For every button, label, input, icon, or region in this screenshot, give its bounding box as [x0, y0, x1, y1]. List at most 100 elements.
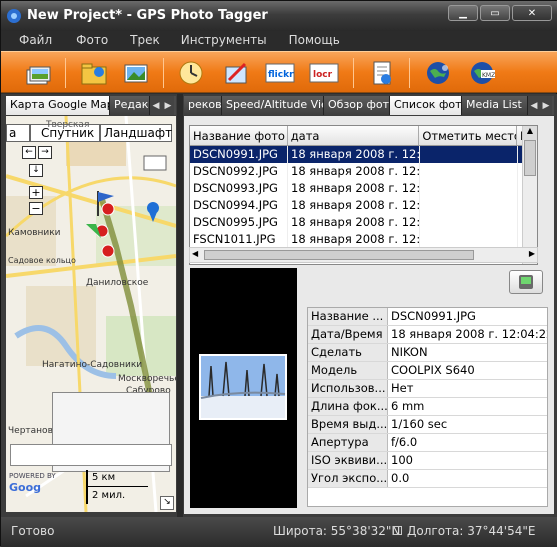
gps-sync-icon [179, 61, 203, 85]
map-label: Даниловское [86, 278, 149, 288]
menu-tools[interactable]: Инструменты [181, 31, 267, 51]
map-label: Садовое кольцо [8, 256, 76, 265]
google-earth-button[interactable] [421, 56, 455, 90]
photo-button[interactable] [119, 56, 153, 90]
property-row: Апертура f/6.0 [308, 434, 547, 452]
table-row[interactable]: FSCN1011.JPG 18 января 2008 г. 12: [190, 231, 537, 248]
scroll-thumb[interactable] [524, 140, 536, 176]
tab-speed-altitude[interactable]: Speed/Altitude View [222, 96, 324, 115]
map-label: Чертаново [8, 426, 59, 436]
latitude-readout: Широта: 55°38'32"N [273, 524, 401, 538]
kmz-icon: KMZ [471, 62, 495, 84]
minimize-icon: ▁ [459, 7, 467, 19]
maximize-button[interactable]: ▭ [480, 5, 510, 21]
photo-thumbnail[interactable] [199, 354, 287, 420]
status-checkbox[interactable] [393, 526, 402, 535]
menu-bar: Файл Фото Трек Инструменты Помощь [1, 31, 557, 51]
vertical-scrollbar[interactable]: ▲ [522, 126, 537, 264]
svg-text:flickr: flickr [268, 70, 294, 80]
map-scale: 5 км 2 мил. [86, 470, 150, 504]
status-bar: Готово Широта: 55°38'32"N Долгота: 37°44… [1, 517, 557, 547]
pan-down-button[interactable]: ↓ [29, 164, 43, 177]
app-icon [7, 9, 21, 23]
h-scroll-thumb[interactable] [204, 250, 474, 260]
property-row: Использов... Нет [308, 380, 547, 398]
column-header-date[interactable]: дата [288, 126, 420, 145]
powered-by-text: POWERED BY [9, 472, 56, 480]
right-tabs-next-button[interactable]: ▶ [540, 96, 552, 115]
zoom-out-button[interactable]: − [29, 202, 43, 215]
gps-device-icon [519, 275, 533, 289]
scroll-up-icon[interactable]: ▲ [523, 126, 537, 140]
scale-mi-label: 2 мил. [92, 490, 126, 501]
export-button[interactable] [365, 56, 399, 90]
flickr-button[interactable]: flickr [263, 56, 297, 90]
pan-right-button[interactable]: → [38, 146, 52, 159]
resize-grip-icon[interactable]: ↘ [160, 496, 174, 510]
property-row: Угол экспо... 0.0 [308, 470, 547, 488]
locr-button[interactable]: locr [307, 56, 341, 90]
zoom-in-button[interactable]: + [29, 186, 43, 199]
menu-help[interactable]: Помощь [289, 31, 340, 51]
property-row: Дата/Время 18 января 2008 г. 12:04:22 [308, 326, 547, 344]
add-photos-icon [26, 66, 51, 85]
photo-icon [124, 64, 148, 83]
property-row: Длина фок... 6 mm [308, 398, 547, 416]
photo-list-table[interactable]: Название фото дата Отметить место Ш DSCN… [189, 125, 538, 265]
map-type-terrain-button[interactable]: Ландшафт [100, 124, 172, 142]
pan-left-button[interactable]: ← [22, 146, 36, 159]
chevron-right-icon: ▶ [164, 100, 172, 111]
left-tabs-prev-button[interactable]: ◀ [150, 96, 162, 115]
tab-media-list[interactable]: Media List [462, 96, 528, 115]
right-tabs-prev-button[interactable]: ◀ [528, 96, 540, 115]
map-label: Тверская [46, 120, 90, 130]
svg-text:locr: locr [313, 70, 333, 80]
splitter[interactable] [177, 94, 183, 517]
table-row[interactable]: DSCN0994.JPG 18 января 2008 г. 12: [190, 197, 537, 214]
menu-file[interactable]: Файл [19, 31, 52, 51]
google-map[interactable]: а Спутник Ландшафт ← → ↓ + − Тверская Ка… [6, 116, 176, 512]
table-row[interactable]: DSCN0993.JPG 18 января 2008 г. 12: [190, 180, 537, 197]
tab-photo-list[interactable]: Список фото [390, 96, 462, 115]
status-text: Готово [11, 524, 55, 538]
table-row[interactable]: DSCN0991.JPG 18 января 2008 г. 12: [190, 146, 537, 163]
tab-photo-overview[interactable]: Обзор фото [324, 96, 390, 115]
locate-photo-button[interactable] [509, 270, 543, 294]
flickr-icon: flickr [265, 63, 295, 83]
longitude-readout: Долгота: 37°44'54"E [407, 524, 536, 538]
column-header-name[interactable]: Название фото [190, 126, 288, 145]
map-search-input[interactable] [10, 444, 172, 466]
map-type-map-button[interactable]: а [6, 124, 30, 142]
open-folder-button[interactable] [77, 56, 111, 90]
earth-icon [427, 62, 449, 84]
map-label: Нагатино-Садовники [42, 360, 143, 370]
add-photos-button[interactable] [21, 56, 55, 90]
table-header: Название фото дата Отметить место Ш [190, 126, 537, 146]
close-button[interactable]: ✕ [512, 5, 552, 21]
menu-photo[interactable]: Фото [76, 31, 108, 51]
google-logo: Goog [9, 481, 42, 494]
property-row: Сделать NIKON [308, 344, 547, 362]
column-header-geotag[interactable]: Отметить место [419, 126, 518, 145]
tab-tracks[interactable]: реков [184, 96, 222, 115]
left-tabs-next-button[interactable]: ▶ [162, 96, 174, 115]
table-row[interactable]: DSCN0995.JPG 18 января 2008 г. 12: [190, 214, 537, 231]
minimize-button[interactable]: ▁ [448, 5, 478, 21]
svg-text:KMZ: KMZ [482, 72, 495, 79]
kmz-export-button[interactable]: KMZ [465, 56, 499, 90]
gps-sync-button[interactable] [175, 56, 209, 90]
scroll-left-icon[interactable]: ◀ [192, 249, 198, 258]
scroll-right-icon[interactable]: ▶ [529, 249, 535, 258]
photo-properties-table: Название ... DSCN0991.JPG Дата/Время 18 ян… [307, 307, 548, 507]
main-area: Карта Google Map Редак ◀ ▶ а Спутник Лан… [1, 94, 557, 517]
tab-editor[interactable]: Редак [110, 96, 150, 115]
horizontal-scrollbar[interactable]: ◀ ▶ [189, 247, 538, 263]
menu-track[interactable]: Трек [130, 31, 160, 51]
table-row[interactable]: DSCN0992.JPG 18 января 2008 г. 12: [190, 163, 537, 180]
photo-preview-panel [190, 268, 297, 508]
tab-google-map[interactable]: Карта Google Map [6, 96, 110, 115]
locr-icon: locr [309, 63, 339, 83]
edit-button[interactable] [219, 56, 253, 90]
property-row: ISO эквиви... 100 [308, 452, 547, 470]
export-icon [373, 61, 391, 85]
